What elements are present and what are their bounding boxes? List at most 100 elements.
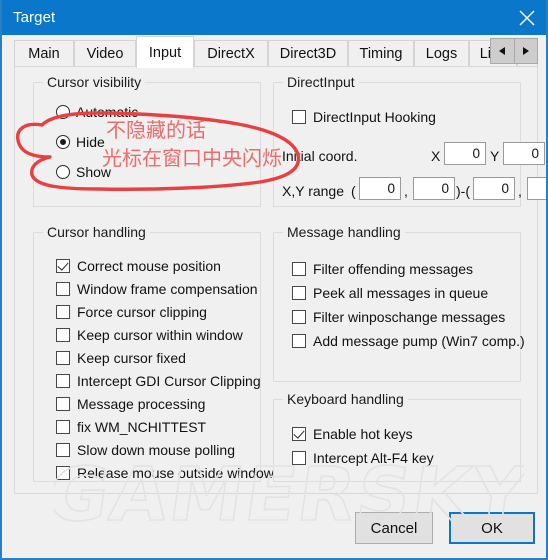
- chevron-right-icon[interactable]: [513, 39, 537, 63]
- checkbox-intercept-alt-f4-key[interactable]: Intercept Alt-F4 key: [292, 450, 434, 466]
- target-dialog-window: Target Main Video Input DirectX Direct3D…: [0, 0, 548, 560]
- checkbox-label: Filter winposchange messages: [313, 309, 506, 325]
- checkbox-force-cursor-clipping[interactable]: Force cursor clipping: [56, 304, 207, 320]
- title-bar: Target: [2, 0, 546, 35]
- checkbox-release-mouse-outside-window[interactable]: Release mouse outside window: [56, 465, 274, 481]
- checkbox-keep-cursor-fixed[interactable]: Keep cursor fixed: [56, 350, 186, 366]
- xy-range-open-paren: (: [351, 183, 356, 199]
- checkbox-label: Peek all messages in queue: [313, 285, 489, 301]
- checkbox-label: Filter offending messages: [313, 261, 474, 277]
- checkbox-label: DirectInput Hooking: [313, 109, 436, 125]
- xy-range-y2-input[interactable]: 0: [527, 177, 546, 200]
- checkbox-label: fix WM_NCHITTEST: [77, 419, 207, 435]
- radio-label: Show: [76, 164, 112, 180]
- checkbox-label: Slow down mouse polling: [77, 442, 235, 458]
- cursor-visibility-legend: Cursor visibility: [43, 74, 146, 90]
- checkbox-indicator: [56, 351, 70, 365]
- tab-label: Video: [86, 45, 124, 62]
- checkbox-slow-down-mouse-polling[interactable]: Slow down mouse polling: [56, 442, 235, 458]
- radio-cursor-automatic[interactable]: Automatic: [56, 104, 138, 120]
- xy-range-x2-input[interactable]: 0: [473, 177, 515, 200]
- initial-coord-y-input[interactable]: 0: [503, 142, 545, 165]
- checkbox-filter-winposchange-messages[interactable]: Filter winposchange messages: [292, 309, 505, 325]
- tab-label: Direct3D: [279, 45, 337, 62]
- checkbox-indicator: [56, 259, 70, 273]
- radio-label: Automatic: [76, 104, 139, 120]
- tab-timing[interactable]: Timing: [348, 40, 414, 66]
- checkbox-indicator: [56, 328, 70, 342]
- tab-video[interactable]: Video: [74, 40, 136, 66]
- tab-logs[interactable]: Logs: [414, 40, 469, 66]
- checkbox-enable-hot-keys[interactable]: Enable hot keys: [292, 426, 413, 442]
- checkbox-window-frame-compensation[interactable]: Window frame compensation: [56, 281, 258, 297]
- checkbox-label: Window frame compensation: [77, 281, 258, 297]
- checkbox-correct-mouse-position[interactable]: Correct mouse position: [56, 258, 221, 274]
- checkbox-label: Keep cursor within window: [77, 327, 243, 343]
- radio-indicator: [56, 165, 70, 179]
- checkbox-indicator: [292, 110, 306, 124]
- checkbox-add-message-pump[interactable]: Add message pump (Win7 comp.): [292, 333, 525, 349]
- tab-main[interactable]: Main: [14, 40, 74, 66]
- checkbox-label: Release mouse outside window: [77, 465, 274, 481]
- checkbox-label: Intercept Alt-F4 key: [313, 450, 434, 466]
- xy-range-comma-1: ,: [404, 183, 408, 199]
- checkbox-indicator: [56, 374, 70, 388]
- initial-coord-x-input[interactable]: 0: [444, 142, 486, 165]
- radio-cursor-hide[interactable]: Hide: [56, 134, 105, 150]
- message-handling-group: Message handling Filter offending messag…: [273, 224, 525, 382]
- xy-range-y1-input[interactable]: 0: [413, 177, 455, 200]
- tab-label: Timing: [359, 45, 403, 62]
- tab-strip: Main Video Input DirectX Direct3D Timing…: [14, 36, 538, 68]
- tab-directx[interactable]: DirectX: [194, 40, 268, 66]
- ok-button[interactable]: OK: [449, 512, 535, 544]
- keyboard-handling-legend: Keyboard handling: [283, 391, 408, 407]
- tab-label: Input: [148, 44, 182, 61]
- checkbox-indicator: [56, 282, 70, 296]
- input-tab-page: Cursor visibility Automatic Hide Show Cu…: [14, 66, 546, 494]
- tab-label: Main: [28, 45, 60, 62]
- checkbox-indicator: [56, 443, 70, 457]
- radio-indicator: [56, 135, 70, 149]
- checkbox-intercept-gdi-cursor-clipping[interactable]: Intercept GDI Cursor Clipping: [56, 373, 261, 389]
- checkbox-message-processing[interactable]: Message processing: [56, 396, 205, 412]
- cancel-button[interactable]: Cancel: [355, 512, 433, 544]
- radio-cursor-show[interactable]: Show: [56, 164, 111, 180]
- checkbox-label: Force cursor clipping: [77, 304, 207, 320]
- xy-range-x1-input[interactable]: 0: [359, 177, 401, 200]
- directinput-legend: DirectInput: [283, 74, 359, 90]
- checkbox-indicator: [292, 262, 306, 276]
- checkbox-label: Add message pump (Win7 comp.): [313, 333, 525, 349]
- checkbox-label: Correct mouse position: [77, 258, 221, 274]
- checkbox-keep-cursor-within-window[interactable]: Keep cursor within window: [56, 327, 243, 343]
- cursor-visibility-group: Cursor visibility Automatic Hide Show: [33, 74, 261, 207]
- checkbox-indicator: [56, 420, 70, 434]
- tab-label: Logs: [425, 45, 458, 62]
- checkbox-fix-wm-nchittest[interactable]: fix WM_NCHITTEST: [56, 419, 206, 435]
- radio-indicator: [56, 105, 70, 119]
- window-title: Target: [13, 9, 56, 26]
- checkbox-label: Message processing: [77, 396, 206, 412]
- xy-range-comma-2: ,: [518, 183, 522, 199]
- radio-label: Hide: [76, 134, 105, 150]
- checkbox-indicator: [292, 310, 306, 324]
- tab-direct3d[interactable]: Direct3D: [268, 40, 348, 66]
- message-handling-legend: Message handling: [283, 224, 405, 240]
- tab-input[interactable]: Input: [136, 36, 194, 68]
- checkbox-label: Keep cursor fixed: [77, 350, 186, 366]
- checkbox-directinput-hooking[interactable]: DirectInput Hooking: [292, 109, 436, 125]
- checkbox-indicator: [292, 334, 306, 348]
- checkbox-indicator: [292, 286, 306, 300]
- checkbox-indicator: [292, 427, 306, 441]
- checkbox-label: Intercept GDI Cursor Clipping: [77, 373, 261, 389]
- tab-label: DirectX: [207, 45, 255, 62]
- keyboard-handling-group: Keyboard handling Enable hot keys Interc…: [273, 391, 521, 482]
- checkbox-filter-offending-messages[interactable]: Filter offending messages: [292, 261, 473, 277]
- checkbox-label: Enable hot keys: [313, 426, 413, 442]
- close-icon[interactable]: [504, 0, 546, 35]
- initial-coord-label: Initial coord.: [282, 148, 358, 164]
- checkbox-peek-all-messages-in-queue[interactable]: Peek all messages in queue: [292, 285, 488, 301]
- chevron-left-icon[interactable]: [491, 39, 514, 63]
- checkbox-indicator: [56, 397, 70, 411]
- xy-range-label: X,Y range: [282, 183, 345, 199]
- xy-range-separator: )-(: [456, 183, 470, 199]
